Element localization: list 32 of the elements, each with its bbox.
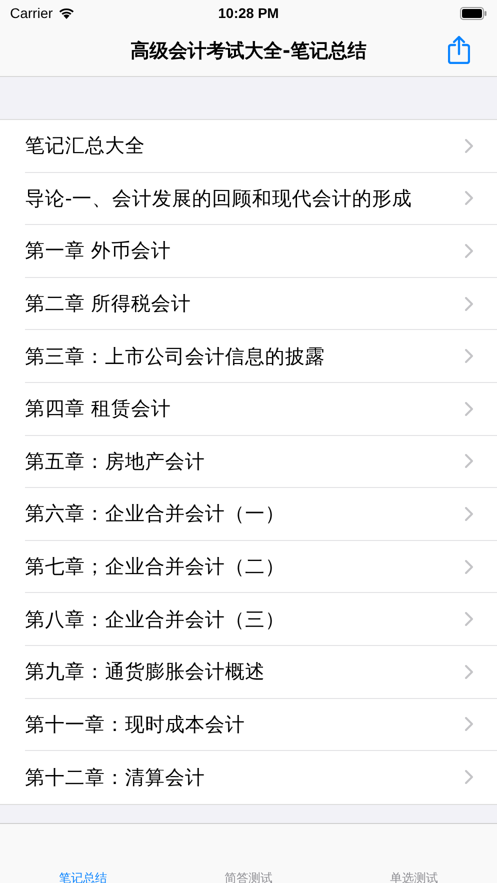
chevron-icon bbox=[465, 349, 473, 364]
list-row[interactable]: 第十一章：现时成本会计 bbox=[25, 698, 497, 752]
chevron-icon bbox=[465, 244, 473, 258]
share-icon[interactable] bbox=[448, 35, 470, 64]
list-row[interactable]: 导论-一、会计发展的回顾和现代会计的形成 bbox=[25, 172, 497, 226]
list-row[interactable]: 第八章：企业合并会计（三） bbox=[25, 593, 497, 646]
list-row[interactable]: 第十二章：清算会计 bbox=[25, 751, 497, 804]
battery-icon bbox=[460, 6, 487, 20]
chevron-icon bbox=[465, 560, 473, 574]
chevron-icon bbox=[465, 770, 473, 784]
chevron-icon bbox=[465, 664, 473, 679]
chevron-icon bbox=[465, 717, 473, 732]
wifi-icon bbox=[58, 7, 75, 19]
chevron-icon bbox=[465, 402, 473, 416]
chevron-icon bbox=[465, 296, 473, 311]
list-row[interactable]: 第四章 租赁会计 bbox=[25, 382, 497, 436]
time-label: 10:28 PM bbox=[217, 5, 280, 21]
list-row[interactable]: 第七章；企业合并会计（二） bbox=[25, 540, 497, 594]
list-row[interactable]: 第五章：房地产会计 bbox=[25, 436, 497, 488]
list-row[interactable]: 第二章 所得税会计 bbox=[25, 278, 497, 330]
chevron-icon bbox=[465, 454, 473, 468]
screen-title: 高级会计考试大全-笔记总结 bbox=[130, 39, 366, 64]
list-row[interactable]: 第六章：企业合并会计（一） bbox=[25, 488, 497, 541]
carrier-label: Carrier bbox=[10, 5, 53, 21]
chevron-icon bbox=[465, 138, 473, 153]
list-row[interactable]: 第一章 外币会计 bbox=[25, 225, 497, 278]
chevron-icon bbox=[465, 191, 473, 206]
chevron-icon bbox=[465, 506, 473, 521]
list-row[interactable]: 第九章：通货膨胀会计概述 bbox=[25, 646, 497, 699]
list-row[interactable]: 笔记汇总大全 bbox=[25, 120, 497, 173]
chevron-icon bbox=[465, 612, 473, 626]
list-row[interactable]: 第三章：上市公司会计信息的披露 bbox=[25, 330, 497, 383]
